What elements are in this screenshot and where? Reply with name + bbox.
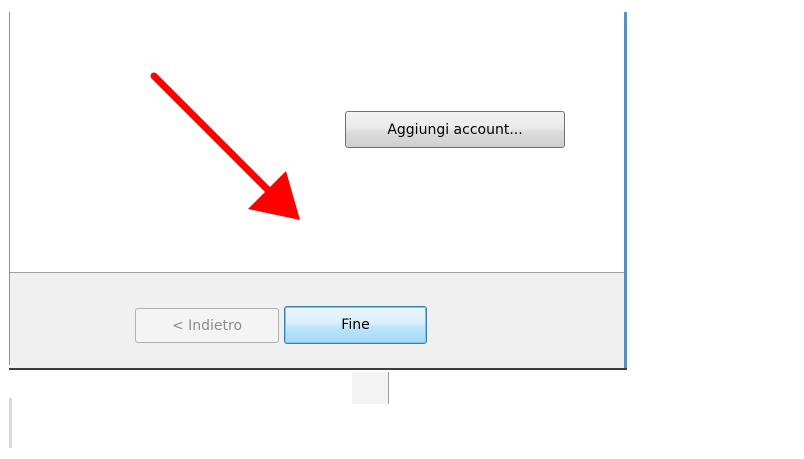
back-button[interactable]: < Indietro <box>135 308 279 343</box>
finish-button[interactable]: Fine <box>284 306 427 344</box>
dialog-right-border <box>624 12 627 370</box>
dialog-left-border <box>9 12 10 365</box>
account-setup-dialog: Aggiungi account... < Indietro Fine <box>0 0 627 372</box>
dialog-bottom-border <box>9 368 627 370</box>
screenshot-stage: Aggiungi account... < Indietro Fine <box>0 0 804 459</box>
red-arrow-icon <box>150 72 300 220</box>
background-window-fragment <box>352 372 389 404</box>
background-edge-fragment <box>9 398 12 448</box>
add-account-button[interactable]: Aggiungi account... <box>345 111 565 148</box>
arrow-shaft <box>150 72 274 196</box>
